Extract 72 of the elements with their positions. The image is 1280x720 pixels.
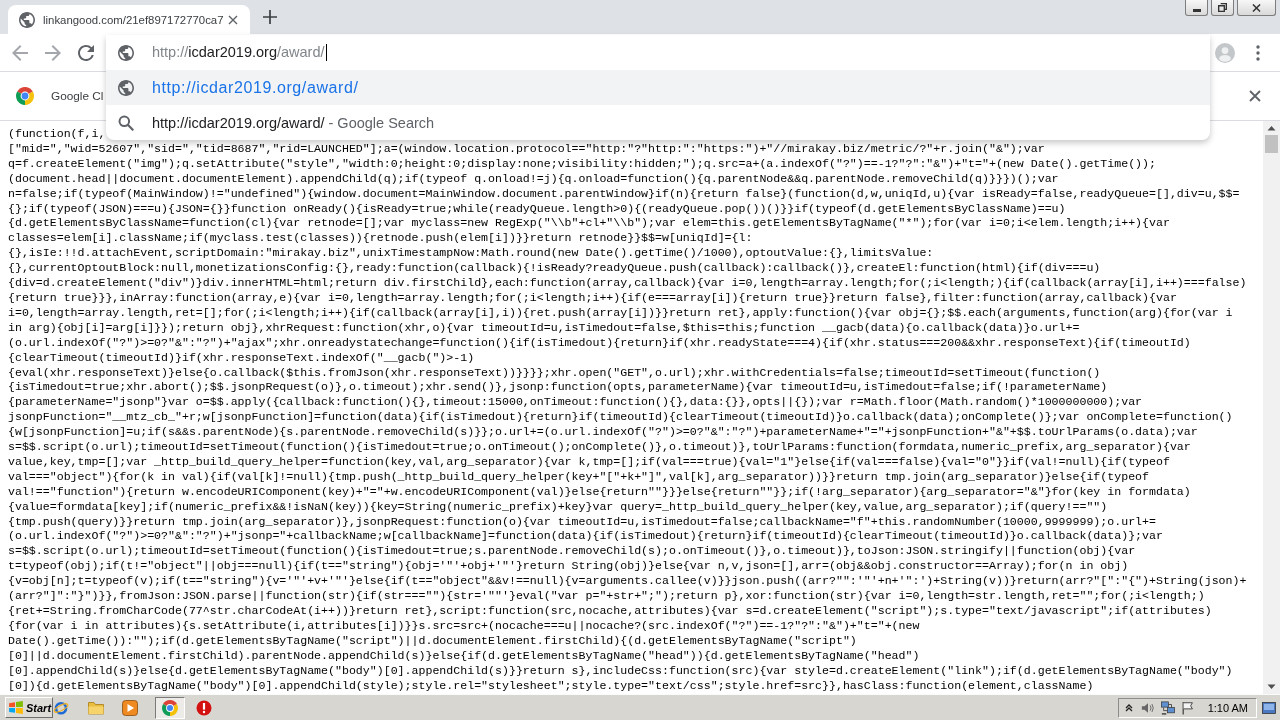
address-field[interactable]: http://icdar2019.org/award/ bbox=[152, 44, 327, 61]
browser-tab[interactable]: linkangood.com/21ef897172770ca7 bbox=[8, 5, 250, 34]
code-line: {},isIe:!!d.attachEvent,scriptDomain:"mirakay.biz",unixTimestampNow:Math.round(new Date().getTime()/1000),optoutValue:{},limitsValue: bbox=[8, 246, 934, 262]
code-line: (arr?"]":"}")}},fromJson:JSON.parse||function(str){if(str===""){str='""'}eval("var p="+str+";");return p},xor:function(str){var i=0,length=str.length,ret="";for(;i<length;) bbox=[8, 589, 1205, 604]
restore-button[interactable] bbox=[1211, 0, 1234, 16]
network-icon[interactable] bbox=[1160, 700, 1175, 715]
code-line: n=false;if(typeof(MainWindow)!="undefined"){window.document=MainWindow.document.parentWindow}if(n){return false}(function(d,w,uniqId,u){var isReady=false,readyQueue=[],div=u,$$= bbox=[8, 186, 1240, 202]
code-line: {},currentOptoutBlock:null,monetizationsConfig:{},ready:function(callback){!isReady?readyQueue.push(callback):callback()},createEl:function(html){if(div===u) bbox=[8, 261, 1101, 277]
code-line: {parameterName="jsonp"}var o=$$.apply({callback:function(){},timeout:15000,onTimeout:function(){},data:{}},opts||{});var r=Math.floor(Math.random()*1000000000);var bbox=[8, 395, 1143, 411]
code-line: ["mid=","wid=52607","sid=","tid=8687","rid=LAUNCHED"];a=(window.location.protocol=="http:"?"http:":"https:")+"//mirakay.biz/metric/?"+r.join("&");var bbox=[8, 141, 1045, 157]
scrollbar-thumb[interactable] bbox=[1265, 135, 1278, 153]
code-line: {return true}}},inArray:function(array,e){var i=0,length=array.length;for(;i<length;i++){if(e===array[i]){return true}}return false},filter:function(array,callback){var bbox=[8, 290, 1177, 306]
code-line: value,key,tmp=[];var _http_build_query_helper=function(key,val,arg_separator){var k,tmp=[];if(val===true){val="1"}else{if(val===false){val="0"}}if(val!=null){if(typeof bbox=[8, 454, 1170, 470]
code-line: in arg){obj[i]=arg[i]}});return obj},xhrRequest:function(xhr,o){var timeoutId=u,isTimedout=false,$this=this;function __gacb(data){o.callback(data)}o.url+= bbox=[8, 320, 1080, 336]
code-line: {ret+=String.fromCharCode(77^str.charCodeAt(i++))}return ret},script:function(src,nocache,attributes){var s=d.createElement("script");s.type="text/javascript";if(attributes) bbox=[8, 604, 1212, 619]
code-line: {d.getElementsByClassName=function(cl){var retnode=[];var myclass=new RegExp("\\b"+cl+"\\b");var elem=this.getElementsByTagName("*");for(var i=0;i<elem.length;i++){var bbox=[8, 216, 1170, 232]
menu-icon[interactable] bbox=[1256, 44, 1260, 61]
start-button[interactable]: Start bbox=[5, 697, 53, 718]
code-line: classes=elem[i].className;if(myclass.test(classes)){retnode.push(elem[i])}}return retnode}}$$=w[uniqId]={l: bbox=[8, 231, 753, 247]
code-line: {div=d.createElement("div")}div.innerHTML=html;return div.firstChild},each:function(array,callback){var i=0,length=array.length;for(;i<length;){if(callback(array[i],i++)===false) bbox=[8, 276, 1247, 291]
infobar-message: Google Cl bbox=[51, 89, 104, 103]
code-line: {clearTimeout(timeoutId)}if(xhr.responseText.indexOf("__gacb(")>-1) bbox=[8, 350, 475, 366]
chevron-up-icon[interactable] bbox=[1124, 703, 1133, 712]
search-icon bbox=[118, 114, 134, 131]
restore-icon bbox=[1218, 3, 1227, 12]
suggestion-item[interactable]: http://icdar2019.org/award/ - Google Search bbox=[106, 105, 1210, 140]
code-line: {for(var i in attributes){s.setAttribute(i,attributes[i])}}s.src=src+(nocache===u||nocache?(src.indexOf("?")==-1?"?":"&")+"t="+(new bbox=[8, 618, 920, 634]
code-line: s=$$.script(o.url);timeoutId=setTimeout(function(){isTimedout=true;s.parentNode.removeChild(s);o.onTimeout()},o.timeout)},toJson:JSON.stringify||function(obj){var bbox=[8, 544, 1136, 560]
code-line: {eval(xhr.responseText)}else{o.callback($this.fromJson(xhr.responseText))}}}};xhr.open("GET",o.url);xhr.withCredentials=false;timeoutId=setTimeout(function() bbox=[8, 365, 1101, 381]
code-line: q=f.createElement("img");q.setAttribute("style","width:0;height:0;display:none;visibility:hidden;");q.src=a+(a.indexOf("?")==-1?"?":"&")+"t="+(new Date().getTime()); bbox=[8, 156, 1156, 172]
minimize-button[interactable] bbox=[1185, 0, 1208, 16]
show-desktop-icon[interactable] bbox=[1262, 701, 1276, 714]
browser-icon[interactable] bbox=[53, 699, 69, 716]
logo-icon[interactable] bbox=[155, 696, 185, 719]
code-line: jsonpFunction="__mtz_cb_"+r;w[jsonpFunction]=function(data){if(isTimedout){return}if(timeoutId){clearTimeout(timeoutId)}o.callback(data);onComplete()};var onComplete=function() bbox=[8, 410, 1233, 426]
code-line: {v=obj[n];t=typeof(v);if(t=="string"){v='"'+v+'"'}else{if(t=="object"&&v!==null){v=arguments.callee(v)}}json.push((arr?"":'"'+n+'":')+String(v))}return(arr?"[":"{")+String(json)+ bbox=[8, 574, 1247, 590]
globe-icon bbox=[19, 11, 35, 28]
code-line: {};if(typeof(JSON)===u){JSON={}}function onReady(){isReady=true;while(readyQueue.length>0){(readyQueue.pop())()}}if(typeof(d.getElementsByClassName)==u) bbox=[8, 201, 1066, 217]
code-line: val!=="function"){return w.encodeURIComponent(key)+"="+w.encodeURIComponent(val)}else{return""}}}else{return""}};if(!arg_separator){arg_separator="&"}for(key in formdata) bbox=[8, 484, 1191, 500]
code-line: {value=formdata[key];if(numeric_prefix&&!isNaN(key)){key=String(numeric_prefix)+key}var query=_http_build_query_helper(key,value,arg_separator);if(query!=="") bbox=[8, 499, 1108, 515]
code-line: (o.url.indexOf("?")>=0?"&":"?")+"ajax";xhr.onreadystatechange=function(){if(isTimedout){return}if(xhr.readyState===4){if(xhr.status===200&&xhr.responseText){if(timeoutId) bbox=[8, 335, 1191, 351]
code-line: (o.url.indexOf("?")>=0?"&":"?")+"jsonp="+callbackName;w[callbackName]=function(data){if(isTimedout){return}if(timeoutId){clearTimeout(timeoutId)}o.callback(data)};var bbox=[8, 529, 1163, 545]
minimize-icon bbox=[1192, 8, 1201, 12]
code-line: [0]){d.getElementsByTagName("body")[0].appendChild(style);style.rel="stylesheet";style.type="text/css";style.href=src}},hasClass:function(element,className) bbox=[8, 678, 1094, 694]
code-line: {w[jsonpFunction]=u;if(s&&s.parentNode){s.parentNode.removeChild(s)}};o.url+=(o.url.indexOf("?")>=0?"&":"?")+parameterName+"="+jsonpFunction+"&"+$$.toUrlParams(o.data);var bbox=[8, 425, 1198, 441]
clock: 1:10 AM bbox=[1207, 701, 1248, 714]
globe-icon bbox=[118, 79, 134, 96]
code-line: val==="object"){for(k in val){if(val[k]!=null){tmp.push(_http_build_query_helper(key+"["+k+"]",val[k],arg_separator))}}return tmp.join(arg_separator)}else{if(typeof bbox=[8, 469, 1149, 485]
plus-icon[interactable] bbox=[263, 10, 277, 24]
close-button[interactable] bbox=[1237, 0, 1276, 16]
code-line: (function(f,i, bbox=[8, 127, 106, 142]
code-line: s=$$.script(o.url);timeoutId=setTimeout(function(){isTimedout=true;o.onTimeout();onComplete()},o.timeout)},toUrlParams:function(formdata,numeric_prefix,arg_separator){var bbox=[8, 440, 1191, 455]
vertical-scrollbar[interactable] bbox=[1263, 121, 1280, 694]
code-line: [0].appendChild(s)}else{d.getElementsByTagName("body")[0].appendChild(s)}}return s},includeCss:function(src){var style=d.createElement("link");if(d.getElementsByTagName("body") bbox=[8, 663, 1233, 679]
play-icon[interactable] bbox=[122, 699, 138, 716]
code-line: Date().getTime()):"");if(d.getElementsByTagName("script")||d.documentElement.firstChild){(d.getElementsByTagName("script") bbox=[8, 633, 857, 649]
close-icon[interactable] bbox=[228, 14, 238, 25]
globe-icon bbox=[118, 44, 134, 61]
logo-icon bbox=[16, 87, 34, 105]
code-line: [0]||d.documentElement.firstChild).parentNode.appendChild(s)}else{if(d.getElementsByTagName("head")){d.getElementsByTagName("head") bbox=[8, 648, 920, 664]
code-line: t=typeof(obj);if(t!="object"||obj===null){if(t=="string"){obj='"'+obj+'"'}return String(obj)}else{var n,v,json=[],arr=(obj&&obj.constructor==Array);for(n in obj) bbox=[8, 559, 1129, 575]
flag-icon[interactable] bbox=[1180, 700, 1195, 715]
code-line: (document.head||document.documentElement).appendChild(q);if(typeof q.onload!=j){q.onload=function(){q.parentNode&&q.parentNode.removeChild(q)}}})();var bbox=[8, 171, 1059, 187]
alert-icon[interactable] bbox=[196, 699, 212, 716]
code-line: {tmp.push(query)}}return tmp.join(arg_separator)},jsonpRequest:function(o){var timeoutId=u,isTimedout=false;callbackName="f"+this.randomNumber(10000,9999999);o.url+= bbox=[8, 514, 1156, 530]
flag-logo-icon bbox=[9, 701, 23, 714]
close-icon bbox=[1252, 3, 1261, 12]
reload-icon[interactable] bbox=[78, 44, 94, 61]
code-line: i=0,length=array.length,ret=[];for(;i<length;i++){if(callback(array[i],i)){ret.push(array[i])}}return ret},apply:function(){var obj={};$$.each(arguments,function(arg){for(var i bbox=[8, 305, 1233, 321]
close-icon[interactable] bbox=[1249, 90, 1261, 102]
code-line: {isTimedout=true;xhr.abort();$$.jsonpRequest(o)},o.timeout);xhr.send()},jsonp:function(opts,parameterName){var timeoutId=u,isTimedout=false;if(!parameterName) bbox=[8, 380, 1108, 396]
suggestion-item[interactable]: http://icdar2019.org/award/ bbox=[106, 70, 1210, 105]
